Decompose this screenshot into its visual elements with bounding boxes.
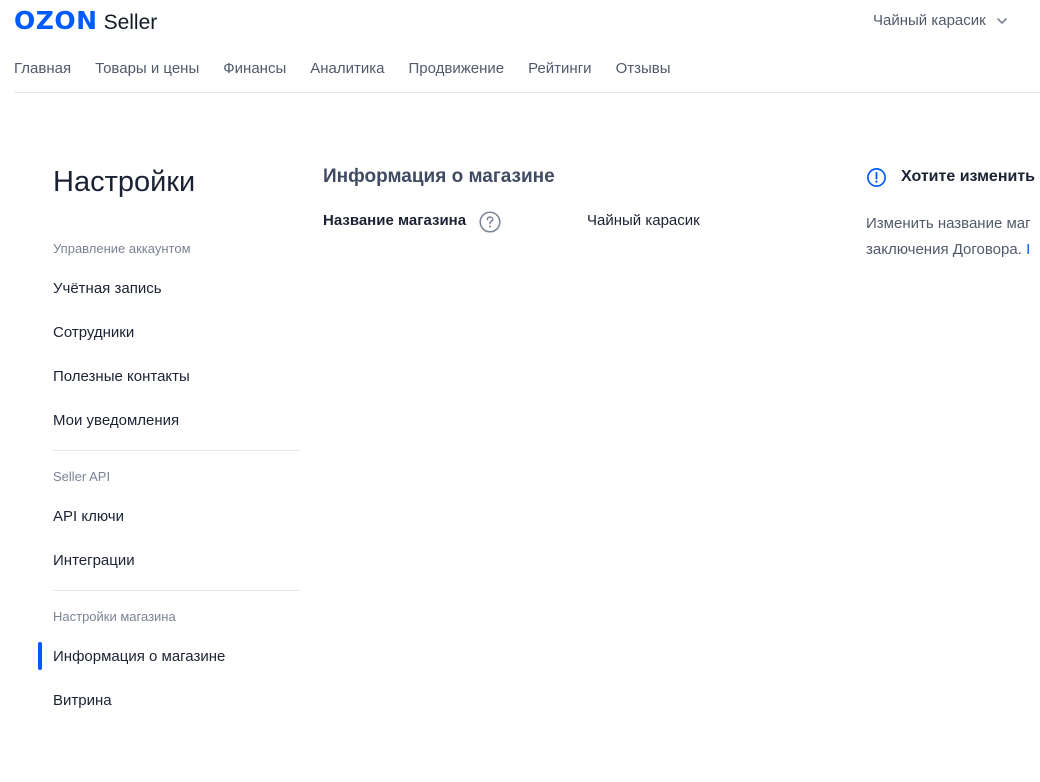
store-name-label: Название магазина — [323, 212, 467, 229]
logo-brand: OZON — [14, 6, 98, 35]
info-text-line-1: Изменить название маг — [866, 215, 1031, 232]
nav-item-finance[interactable]: Финансы — [223, 60, 286, 77]
account-switcher[interactable]: Чайный карасик — [873, 12, 1008, 29]
store-name-value: Чайный карасик — [587, 212, 700, 229]
info-title: Хотите изменить — [901, 168, 1035, 185]
header-divider — [14, 92, 1040, 93]
sidebar-item-integrations[interactable]: Интеграции — [53, 552, 135, 569]
section-title-account: Управление аккаунтом — [53, 241, 191, 256]
question-circle-icon[interactable] — [479, 211, 501, 233]
ozon-seller-logo[interactable]: OZON Seller — [14, 6, 157, 35]
section-heading: Информация о магазине — [323, 166, 555, 187]
sidebar-item-storefront[interactable]: Витрина — [53, 692, 112, 709]
sidebar-item-api-keys[interactable]: API ключи — [53, 508, 124, 525]
info-text-line-2-text: заключения Договора. — [866, 241, 1022, 258]
nav-item-ratings[interactable]: Рейтинги — [528, 60, 591, 77]
store-name-field: Название магазина Чайный карасик — [323, 210, 823, 236]
header: OZON Seller Чайный карасик Главная Товар… — [0, 0, 1040, 93]
section-title-seller-api: Seller API — [53, 469, 111, 484]
sidebar-item-employees[interactable]: Сотрудники — [53, 324, 134, 341]
nav-item-reviews[interactable]: Отзывы — [616, 60, 671, 77]
sidebar-item-contacts[interactable]: Полезные контакты — [53, 368, 190, 385]
top-navigation: Главная Товары и цены Финансы Аналитика … — [14, 60, 695, 77]
info-text-line-2: заключения Договора. I — [866, 241, 1030, 258]
page-title: Настройки — [53, 166, 196, 198]
sidebar-item-notifications[interactable]: Мои уведомления — [53, 412, 179, 429]
info-link[interactable]: I — [1026, 241, 1030, 258]
logo-product: Seller — [103, 11, 158, 34]
sidebar-item-account[interactable]: Учётная запись — [53, 280, 162, 297]
nav-item-products[interactable]: Товары и цены — [95, 60, 199, 77]
nav-item-home[interactable]: Главная — [14, 60, 71, 77]
exclamation-circle-icon — [867, 168, 886, 187]
nav-item-promotion[interactable]: Продвижение — [408, 60, 504, 77]
sidebar-item-store-info[interactable]: Информация о магазине — [53, 648, 225, 665]
sidebar-divider — [53, 450, 300, 451]
info-notice: Хотите изменить Изменить название маг за… — [866, 166, 1040, 266]
active-item-indicator — [38, 642, 42, 670]
section-title-store-settings: Настройки магазина — [53, 609, 176, 624]
chevron-down-icon — [996, 17, 1007, 24]
account-name: Чайный карасик — [873, 12, 986, 29]
sidebar-divider — [53, 590, 300, 591]
nav-item-analytics[interactable]: Аналитика — [310, 60, 384, 77]
